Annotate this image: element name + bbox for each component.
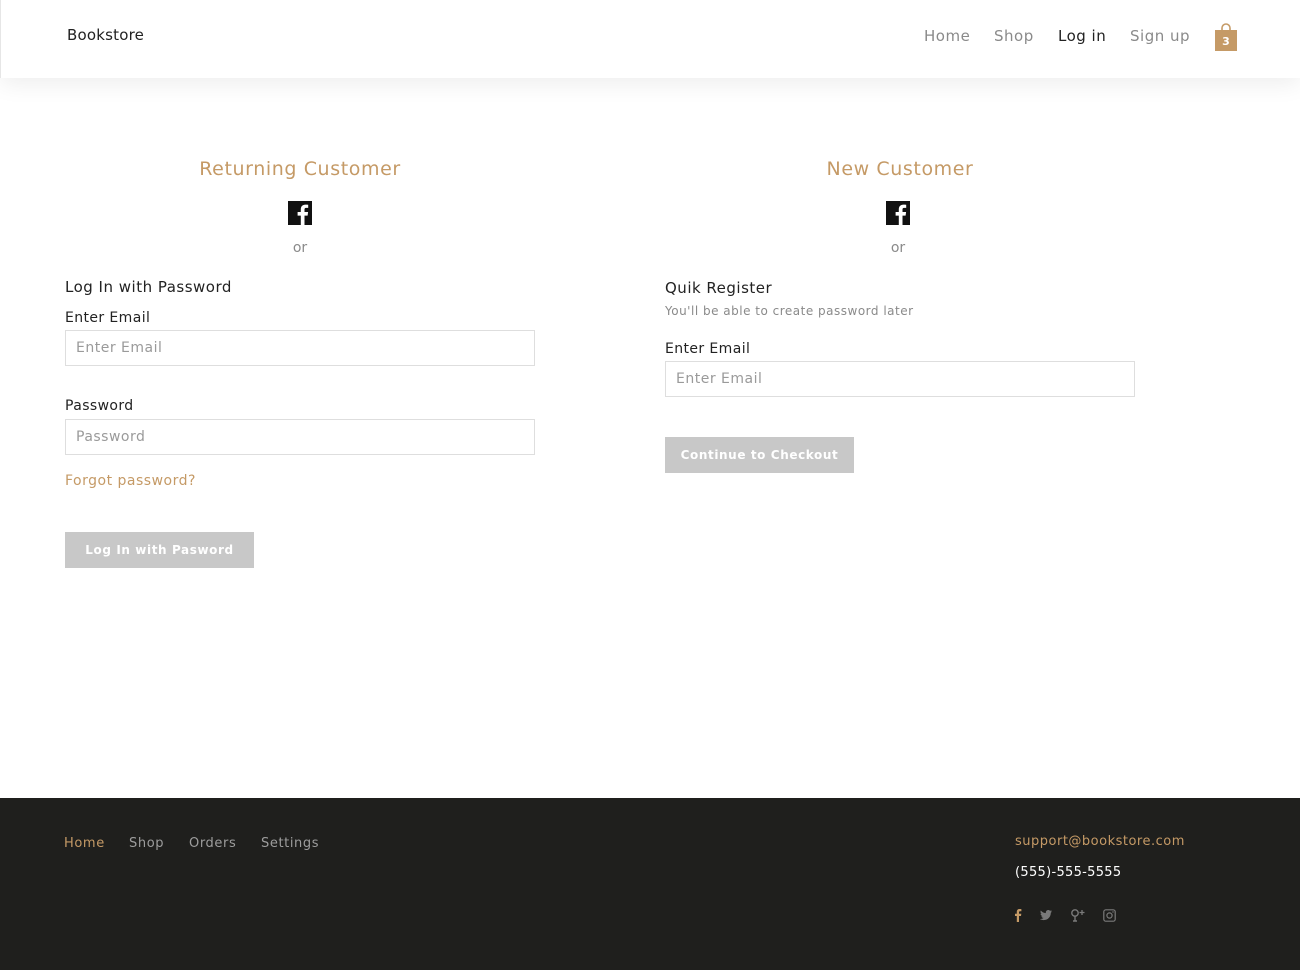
nav-home[interactable]: Home: [924, 27, 970, 45]
login-section-title: Log In with Password: [65, 278, 232, 296]
password-label: Password: [65, 398, 134, 414]
footer-nav-orders[interactable]: Orders: [189, 836, 236, 851]
support-email-link[interactable]: support@bookstore.com: [1015, 834, 1185, 849]
facebook-login-icon[interactable]: [288, 201, 312, 225]
returning-customer-title: Returning Customer: [199, 158, 401, 180]
facebook-icon[interactable]: [1014, 907, 1022, 923]
instagram-icon[interactable]: [1103, 907, 1116, 923]
footer-nav-shop[interactable]: Shop: [129, 836, 164, 851]
brand-logo[interactable]: Bookstore: [67, 26, 144, 44]
login-password-input[interactable]: [65, 419, 535, 455]
login-email-input[interactable]: [65, 330, 535, 366]
or-divider: or: [292, 240, 308, 256]
nav-log-in[interactable]: Log in: [1058, 27, 1106, 45]
twitter-icon[interactable]: [1039, 907, 1053, 923]
continue-to-checkout-button[interactable]: Continue to Checkout: [665, 437, 854, 473]
site-header: Bookstore Home Shop Log in Sign up 3: [0, 0, 1300, 78]
email-label: Enter Email: [665, 341, 751, 357]
forgot-password-link[interactable]: Forgot password?: [65, 473, 196, 489]
cart-count-badge: 3: [1222, 35, 1230, 48]
site-footer: Home Shop Orders Settings support@bookst…: [0, 798, 1300, 970]
nav-sign-up[interactable]: Sign up: [1130, 27, 1190, 45]
email-label: Enter Email: [65, 310, 151, 326]
register-hint: You'll be able to create password later: [665, 304, 914, 318]
register-email-input[interactable]: [665, 361, 1135, 397]
support-phone: (555)-555-5555: [1015, 865, 1122, 880]
google-plus-icon[interactable]: [1070, 907, 1086, 923]
facebook-register-icon[interactable]: [886, 201, 910, 225]
login-submit-button[interactable]: Log In with Pasword: [65, 532, 254, 568]
nav-shop[interactable]: Shop: [994, 27, 1034, 45]
footer-nav-home[interactable]: Home: [64, 836, 105, 851]
or-divider: or: [890, 240, 906, 256]
cart-button[interactable]: 3: [1215, 22, 1237, 51]
footer-nav-settings[interactable]: Settings: [261, 836, 319, 851]
new-customer-title: New Customer: [826, 158, 974, 180]
register-section-title: Quik Register: [665, 279, 773, 297]
